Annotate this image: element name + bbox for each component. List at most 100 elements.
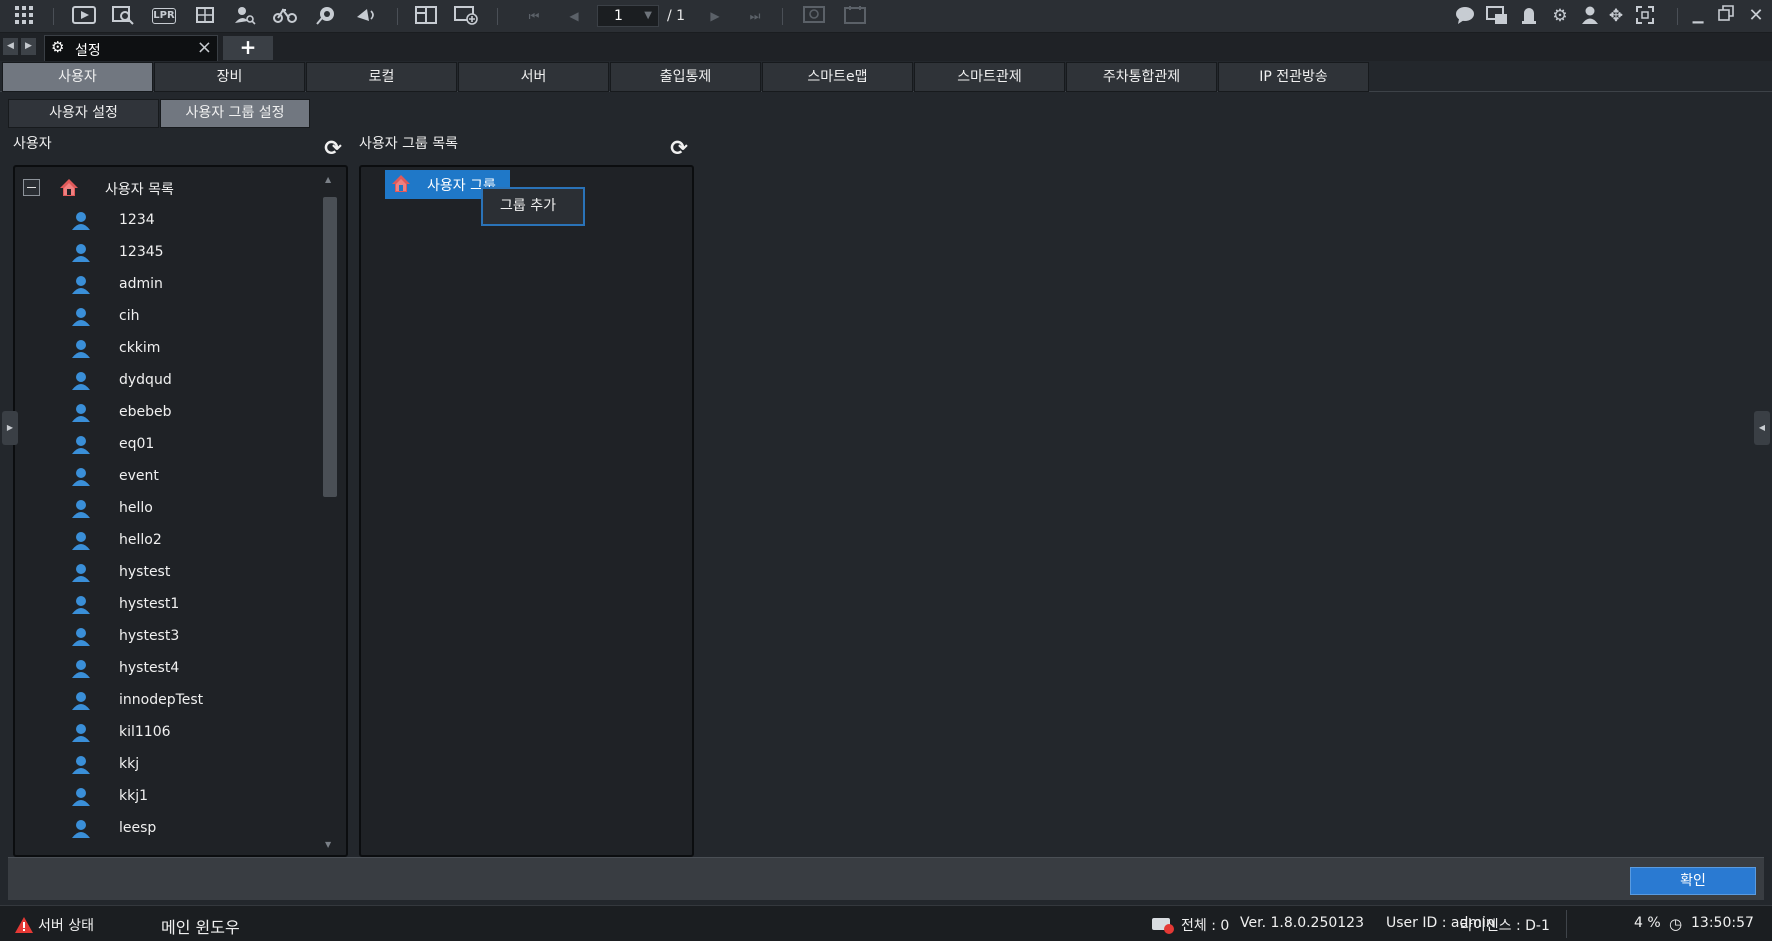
user-list-scrollbar[interactable]: ▲ ▼: [320, 173, 338, 851]
page-number-select[interactable]: 1 ▼: [597, 5, 659, 27]
tab-local[interactable]: 로컬: [306, 62, 457, 92]
subtab-user-group-settings[interactable]: 사용자 그룹 설정: [160, 99, 310, 128]
status-bar: 서버 상태 메인 윈도우 전체 : 0 Ver. 1.8.0.250123 Us…: [0, 905, 1772, 941]
fullscreen-icon[interactable]: [1633, 5, 1657, 27]
user-icon: [72, 756, 90, 774]
restore-icon[interactable]: [1714, 5, 1738, 27]
tab-user[interactable]: 사용자: [2, 62, 153, 92]
user-icon: [72, 340, 90, 358]
tab-parking-control[interactable]: 주차통합관제: [1066, 62, 1217, 92]
add-tab-button[interactable]: +: [223, 36, 273, 60]
user-icon: [72, 500, 90, 518]
tab-scroll-left-icon[interactable]: ◀: [3, 38, 18, 55]
user-name: dydqud: [119, 372, 172, 388]
user-icon: [72, 628, 90, 646]
user-list-item[interactable]: event: [15, 461, 315, 493]
subtab-user-settings[interactable]: 사용자 설정: [8, 99, 159, 128]
chat-icon[interactable]: [1453, 5, 1477, 27]
scrollbar-thumb[interactable]: [323, 197, 337, 497]
user-icon: [72, 436, 90, 454]
user-name: ckkim: [119, 340, 161, 356]
user-list-item[interactable]: hello2: [15, 525, 315, 557]
collapse-icon[interactable]: [23, 179, 40, 196]
prev-page-icon[interactable]: ◀: [562, 5, 586, 27]
tab-smart-control[interactable]: 스마트관제: [914, 62, 1065, 92]
warning-icon: [15, 917, 33, 933]
server-status[interactable]: 서버 상태: [38, 915, 94, 935]
user-list-item[interactable]: kkj: [15, 749, 315, 781]
notification-icon[interactable]: [1485, 5, 1509, 27]
add-screen-icon[interactable]: [454, 5, 478, 27]
screen-sequence-icon[interactable]: [802, 5, 826, 27]
right-panel-toggle-icon[interactable]: ◀: [1754, 411, 1770, 445]
refresh-groups-icon[interactable]: ⟳: [668, 137, 690, 159]
gear-icon[interactable]: ⚙: [1548, 5, 1572, 27]
user-list-item[interactable]: hystest3: [15, 621, 315, 653]
user-icon: [72, 660, 90, 678]
user-list-item[interactable]: ebebeb: [15, 397, 315, 429]
gear-icon: ⚙: [51, 38, 65, 56]
tab-access-control[interactable]: 출입통제: [610, 62, 761, 92]
user-list-item[interactable]: kkj1: [15, 781, 315, 813]
house-icon: [60, 179, 78, 196]
user-list-item[interactable]: 1234: [15, 205, 315, 237]
user-list-item[interactable]: 12345: [15, 237, 315, 269]
camera-search-icon[interactable]: [314, 5, 338, 27]
next-page-icon[interactable]: ▶: [703, 5, 727, 27]
tab-scroll-right-icon[interactable]: ▶: [21, 38, 36, 55]
alarm-icon[interactable]: [1517, 5, 1541, 27]
user-list-item[interactable]: hystest4: [15, 653, 315, 685]
user-list-item[interactable]: hello: [15, 493, 315, 525]
bottom-action-bar: 확인: [8, 857, 1764, 900]
user-list-item[interactable]: leesp: [15, 813, 315, 845]
main-window-label[interactable]: 메인 윈도우: [161, 914, 240, 938]
user-list-item[interactable]: ckkim: [15, 333, 315, 365]
last-page-icon[interactable]: ⏭: [743, 5, 767, 27]
person-search-icon[interactable]: [233, 5, 257, 27]
user-icon: [72, 532, 90, 550]
tab-smart-emap[interactable]: 스마트e맵: [762, 62, 913, 92]
refresh-users-icon[interactable]: ⟳: [322, 137, 344, 159]
search-playback-icon[interactable]: [111, 5, 135, 27]
page-total: / 1: [667, 8, 686, 24]
tab-ip-broadcast[interactable]: IP 전관방송: [1218, 62, 1369, 92]
user-list-item[interactable]: hystest: [15, 557, 315, 589]
document-tab-strip: ◀ ▶ ⚙ 설정 × +: [0, 33, 1772, 61]
left-panel-toggle-icon[interactable]: ▶: [2, 411, 18, 445]
user-name: kkj1: [119, 788, 149, 804]
scroll-down-icon[interactable]: ▼: [325, 840, 331, 849]
user-list-item[interactable]: hystest1: [15, 589, 315, 621]
tab-settings[interactable]: ⚙ 설정 ×: [44, 35, 218, 61]
close-tab-icon[interactable]: ×: [197, 37, 212, 58]
context-menu-add-group[interactable]: 그룹 추가: [481, 187, 585, 226]
user-list-item[interactable]: eq01: [15, 429, 315, 461]
grid-menu-icon[interactable]: [12, 5, 36, 27]
move-icon[interactable]: ✥: [1604, 5, 1628, 27]
scroll-up-icon[interactable]: ▲: [325, 175, 331, 184]
close-icon[interactable]: ✕: [1744, 5, 1768, 27]
user-icon[interactable]: [1578, 5, 1602, 27]
screen-record-icon[interactable]: [843, 5, 867, 27]
layout-icon[interactable]: [414, 5, 438, 27]
chevron-down-icon: ▼: [644, 10, 652, 21]
user-list-item[interactable]: cih: [15, 301, 315, 333]
play-video-icon[interactable]: [71, 5, 97, 27]
bicycle-icon[interactable]: [273, 5, 297, 27]
user-name: hystest: [119, 564, 171, 580]
broadcast-icon[interactable]: [354, 5, 378, 27]
user-name: leesp: [119, 820, 157, 836]
user-list-item[interactable]: admin: [15, 269, 315, 301]
minimize-icon[interactable]: ▁: [1686, 5, 1710, 27]
first-page-icon[interactable]: ⏮: [522, 5, 546, 27]
camera-grid-icon[interactable]: [193, 5, 217, 27]
user-list-item[interactable]: dydqud: [15, 365, 315, 397]
tab-server[interactable]: 서버: [458, 62, 609, 92]
user-icon: [72, 596, 90, 614]
ok-button[interactable]: 확인: [1630, 867, 1756, 895]
user-name: hystest3: [119, 628, 180, 644]
lpr-icon[interactable]: LPR: [152, 8, 176, 24]
user-list-item[interactable]: innodepTest: [15, 685, 315, 717]
tab-device[interactable]: 장비: [154, 62, 305, 92]
user-list-item[interactable]: kil1106: [15, 717, 315, 749]
user-icon: [72, 724, 90, 742]
